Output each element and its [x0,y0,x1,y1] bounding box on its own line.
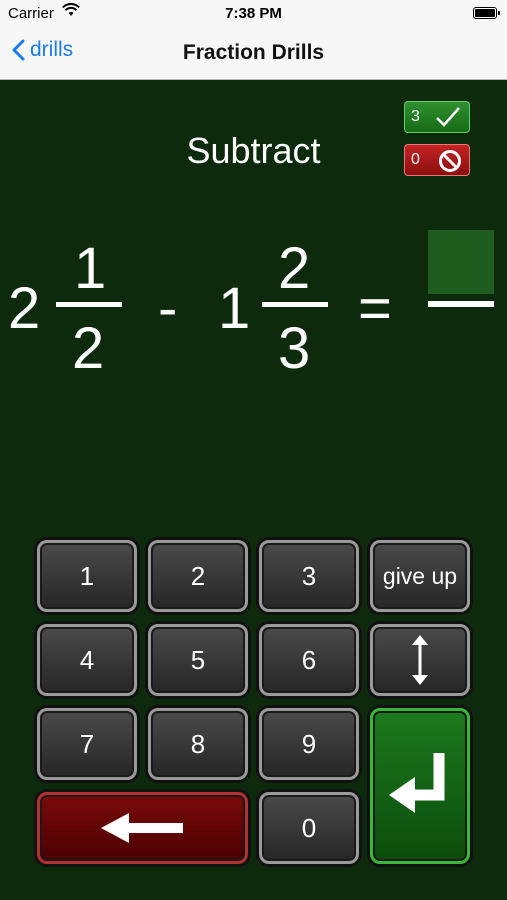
key-9[interactable]: 9 [259,708,359,780]
left-arrow-icon [100,813,183,843]
second-whole-number: 1 [218,276,251,341]
drill-area: Subtract 3 0 2 1 2 - 1 2 3 = 1 2 3 give … [0,80,507,900]
key-8[interactable]: 8 [148,708,248,780]
key-7[interactable]: 7 [37,708,137,780]
battery-icon [473,7,500,19]
second-fraction-bar [262,302,328,307]
first-numerator: 1 [74,236,107,301]
answer-fraction-bar [428,301,494,307]
key-2[interactable]: 2 [148,540,248,612]
key-4[interactable]: 4 [37,624,137,696]
key-0[interactable]: 0 [259,792,359,864]
correct-count: 3 [411,108,420,125]
second-denominator: 3 [278,316,311,381]
enter-button[interactable] [370,708,470,864]
wrong-count-badge: 0 [404,144,470,176]
return-arrow-icon [389,753,445,813]
second-numerator: 2 [278,236,311,301]
status-bar: Carrier 7:38 PM [0,0,507,28]
wrong-count: 0 [411,151,420,168]
equals-sign: = [358,276,392,341]
checkmark-icon [436,107,460,127]
give-up-button[interactable]: give up [370,540,470,612]
first-denominator: 2 [72,316,105,381]
operator-sign: - [158,276,178,341]
key-5[interactable]: 5 [148,624,248,696]
first-whole-number: 2 [8,276,41,341]
first-fraction-bar [56,302,122,307]
vertical-arrows-icon [412,635,428,685]
key-1[interactable]: 1 [37,540,137,612]
key-3[interactable]: 3 [259,540,359,612]
key-6[interactable]: 6 [259,624,359,696]
clock: 7:38 PM [225,5,282,22]
navigation-bar: drills Fraction Drills [0,28,507,80]
correct-count-badge: 3 [404,101,470,133]
page-title: Fraction Drills [182,41,325,64]
swap-field-button[interactable] [370,624,470,696]
answer-numerator-input[interactable] [428,230,494,294]
prohibited-icon [439,150,461,172]
backspace-button[interactable] [37,792,248,864]
